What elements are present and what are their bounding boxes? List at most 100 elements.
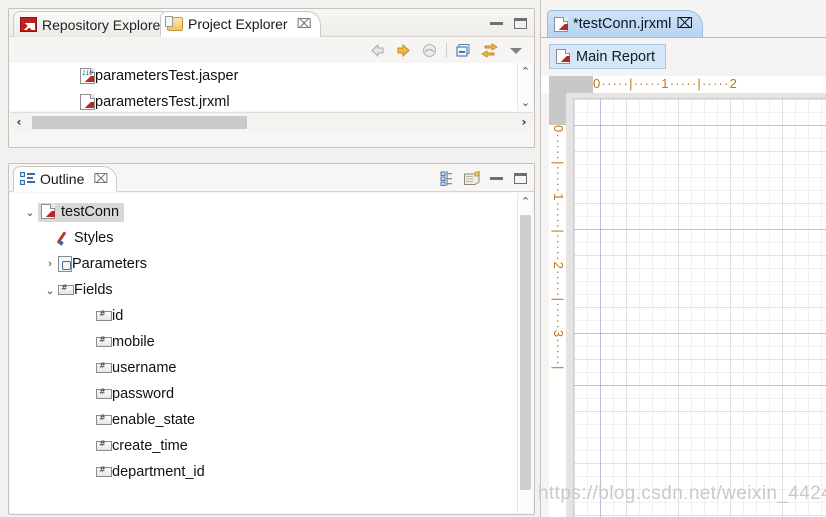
- tree-item-field[interactable]: mobile: [10, 329, 533, 355]
- horizontal-ruler[interactable]: 0·····|·····1·····|·····2: [541, 76, 826, 93]
- main-report-tab[interactable]: Main Report: [549, 44, 666, 69]
- scroll-up-icon[interactable]: ⌃: [521, 193, 530, 210]
- outline-vscrollbar[interactable]: ⌃: [517, 193, 533, 513]
- horizontal-ruler-ticks: 0·····|·····1·····|·····2: [593, 76, 739, 91]
- tree-item-label: username: [112, 360, 177, 376]
- tab-outline[interactable]: Outline ⌧: [13, 166, 118, 192]
- vertical-ruler[interactable]: 0·····|·····1·····|·····2·····|·····3···…: [549, 93, 566, 517]
- project-explorer-vscrollbar[interactable]: ⌃ ⌄: [517, 63, 533, 111]
- tree-item-label: create_time: [112, 438, 188, 454]
- field-icon: [96, 309, 112, 321]
- project-explorer-tree[interactable]: 110 parametersTest.jasper parametersTest…: [10, 63, 533, 111]
- tree-item-label: password: [112, 386, 175, 402]
- tree-item-fields[interactable]: ⌄ Fields: [10, 277, 533, 303]
- tab-outline-label: Outline: [40, 171, 85, 187]
- jrxml-file-icon: [554, 16, 568, 32]
- twisty-expanded-icon[interactable]: ⌄: [22, 206, 38, 219]
- hscroll-track[interactable]: [28, 114, 515, 129]
- maximize-button[interactable]: [510, 13, 530, 33]
- project-explorer-view: Repository Explorer Project Explorer ⌧ 1…: [8, 8, 535, 148]
- twisty-collapsed-icon[interactable]: ›: [42, 258, 58, 270]
- list-item-label: parametersTest.jasper: [95, 68, 239, 84]
- outline-view: Outline ⌧ ⌄ testConn Styles › Parameters…: [8, 163, 535, 515]
- tab-repository-explorer[interactable]: Repository Explorer: [13, 11, 174, 37]
- tree-item-field[interactable]: password: [10, 381, 533, 407]
- scroll-down-icon[interactable]: ⌄: [521, 94, 530, 111]
- tree-item-label: Fields: [74, 282, 113, 298]
- tree-item-field[interactable]: enable_state: [10, 407, 533, 433]
- outline-toolbar: [438, 164, 530, 192]
- home-button[interactable]: [420, 41, 439, 60]
- field-icon: [96, 387, 112, 399]
- tree-item-label: enable_state: [112, 412, 196, 428]
- report-icon: [41, 204, 55, 219]
- band-separator: [574, 125, 826, 126]
- report-icon: [556, 49, 570, 64]
- outline-tree[interactable]: ⌄ testConn Styles › Parameters ⌄ # Field…: [10, 193, 533, 513]
- tab-testconn-jrxml-label: *testConn.jrxml: [573, 16, 672, 32]
- field-icon: [96, 335, 112, 347]
- tab-project-explorer-label: Project Explorer: [188, 16, 288, 32]
- outline-icon: [20, 172, 35, 186]
- tree-item-label: Parameters: [72, 256, 147, 272]
- tree-item-label: id: [112, 308, 124, 324]
- close-icon[interactable]: ⌧: [676, 16, 693, 32]
- close-icon[interactable]: ⌧: [297, 17, 312, 32]
- tree-item-field[interactable]: id: [10, 303, 533, 329]
- application-window: Repository Explorer Project Explorer ⌧ 1…: [0, 0, 826, 517]
- scroll-up-icon[interactable]: ⌃: [521, 63, 530, 80]
- tree-item-field[interactable]: username: [10, 355, 533, 381]
- tree-item-testconn[interactable]: ⌄ testConn: [10, 199, 533, 225]
- left-margin-guide: [600, 99, 601, 517]
- scroll-left-icon[interactable]: ‹: [10, 115, 28, 129]
- repository-icon: [20, 17, 37, 32]
- tree-item-label: mobile: [112, 334, 155, 350]
- close-icon[interactable]: ⌧: [93, 172, 108, 187]
- list-item-label: parametersTest.jrxml: [95, 94, 230, 110]
- vertical-ruler-ticks: 0·····|·····1·····|·····2·····|·····3···…: [551, 125, 566, 371]
- project-explorer-tab-row: Repository Explorer Project Explorer ⌧: [9, 9, 534, 37]
- back-button[interactable]: [368, 41, 387, 60]
- hscroll-thumb[interactable]: [32, 115, 247, 129]
- maximize-button[interactable]: [510, 168, 530, 188]
- collapse-all-button[interactable]: [454, 41, 473, 60]
- tab-project-explorer[interactable]: Project Explorer ⌧: [160, 11, 321, 37]
- editor-body: Main Report 0·····|·····1·····|·····2 0·…: [541, 37, 826, 517]
- view-menu-button[interactable]: [506, 41, 525, 60]
- outline-tab-row: Outline ⌧: [9, 164, 534, 192]
- tab-testconn-jrxml[interactable]: *testConn.jrxml ⌧: [547, 10, 704, 37]
- minimize-button[interactable]: [486, 168, 506, 188]
- field-icon: [96, 439, 112, 451]
- hierarchy-button[interactable]: [438, 168, 458, 188]
- minimize-button[interactable]: [486, 13, 506, 33]
- tab-repository-explorer-label: Repository Explorer: [42, 16, 165, 33]
- list-item[interactable]: 110 parametersTest.jasper: [10, 63, 533, 89]
- properties-button[interactable]: [462, 168, 482, 188]
- tree-item-label: department_id: [112, 464, 205, 480]
- vscroll-thumb[interactable]: [520, 215, 531, 490]
- band-separator: [574, 385, 826, 386]
- field-icon: [96, 361, 112, 373]
- jasper-file-icon: 110: [80, 68, 95, 84]
- tree-item-field[interactable]: create_time: [10, 433, 533, 459]
- forward-button[interactable]: [394, 41, 413, 60]
- tree-item-field[interactable]: department_id: [10, 459, 533, 485]
- tree-item-styles[interactable]: Styles: [10, 225, 533, 251]
- report-page[interactable]: [574, 99, 826, 517]
- list-item[interactable]: parametersTest.jrxml: [10, 89, 533, 111]
- fields-icon: [58, 283, 74, 295]
- ruler-corner: [549, 76, 593, 93]
- project-explorer-hscrollbar[interactable]: ‹ ›: [10, 112, 533, 130]
- tree-item-parameters[interactable]: › Parameters: [10, 251, 533, 277]
- tree-item-label: Styles: [74, 230, 114, 246]
- design-canvas[interactable]: [566, 93, 826, 517]
- field-icon: [96, 413, 112, 425]
- project-explorer-toolbar: [10, 38, 533, 63]
- scroll-right-icon[interactable]: ›: [515, 115, 533, 129]
- jrxml-file-icon: [80, 94, 95, 110]
- parameters-icon: [58, 256, 72, 272]
- twisty-expanded-icon[interactable]: ⌄: [42, 284, 58, 297]
- band-separator: [574, 229, 826, 230]
- link-with-editor-button[interactable]: [480, 41, 499, 60]
- toolbar-separator: [446, 43, 447, 58]
